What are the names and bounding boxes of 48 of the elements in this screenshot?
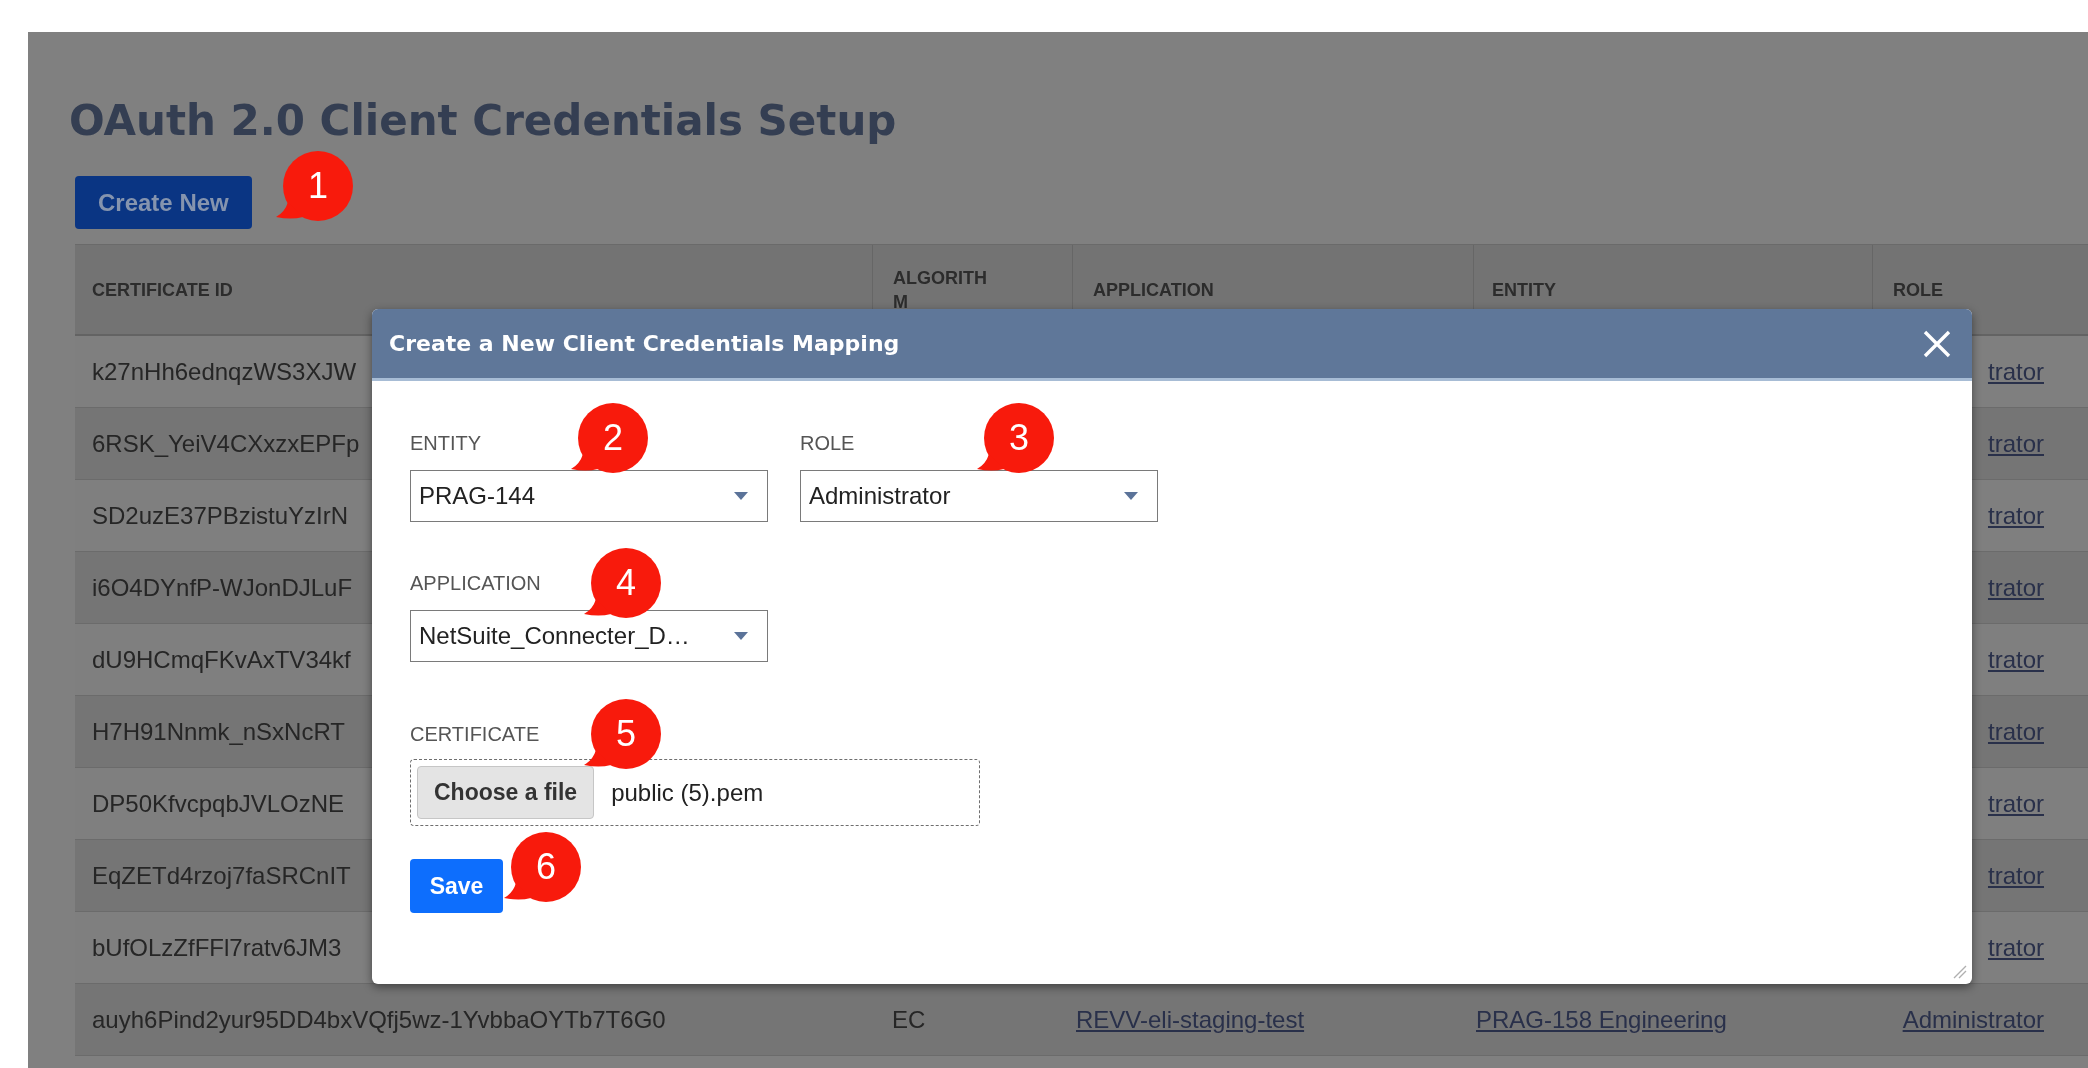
close-icon — [1923, 329, 1951, 358]
table-cell: 6RSK_YeiV4CXxzxEPFp — [92, 429, 360, 458]
close-button[interactable] — [1923, 329, 1951, 358]
table-cell: dU9HCmqFKvAxTV34kf — [92, 645, 351, 674]
file-input-field[interactable]: Choose a file public (5).pem — [410, 759, 980, 826]
table-cell: bUfOLzZfFFl7ratv6JM3 — [92, 933, 342, 962]
entity-link[interactable]: PRAG-158 Engineering — [1476, 1005, 1727, 1034]
role-link[interactable]: Administrator — [1902, 1005, 2044, 1034]
caret-icon — [1124, 492, 1138, 500]
file-name-text: public (5).pem — [611, 778, 764, 807]
table-cell: EC — [892, 1005, 926, 1034]
role-link[interactable]: trator — [1988, 933, 2044, 962]
role-link[interactable]: trator — [1988, 357, 2044, 386]
choose-file-button[interactable]: Choose a file — [417, 766, 595, 819]
role-link[interactable]: trator — [1988, 861, 2044, 890]
column-header: APPLICATION — [1093, 278, 1214, 302]
column-header: ROLE — [1893, 278, 1943, 302]
role-link[interactable]: trator — [1988, 573, 2044, 602]
table-cell: DP50KfvcpqbJVLOzNE — [92, 789, 345, 818]
caret-icon — [734, 492, 748, 500]
save-button[interactable]: Save — [410, 859, 503, 913]
resize-grip-icon[interactable] — [1953, 965, 1967, 979]
column-header: ENTITY — [1492, 278, 1556, 302]
dialog-title: Create a New Client Credentials Mapping — [389, 331, 900, 356]
role-link[interactable]: trator — [1988, 645, 2044, 674]
role-link[interactable]: trator — [1988, 789, 2044, 818]
dropdown-field[interactable]: PRAG-144 — [410, 470, 768, 522]
role-link[interactable]: trator — [1988, 429, 2044, 458]
dropdown-field[interactable]: NetSuite_Connecter_D… — [410, 610, 768, 662]
field-label: ENTITY — [410, 431, 482, 455]
dropdown-field[interactable]: Administrator — [800, 470, 1158, 522]
table-cell: auyh6Pind2yur95DD4bxVQfj5wz-1YvbbaOYTb7T6G0 — [92, 1005, 666, 1034]
table-cell: H7H91Nnmk_nSxNcRT — [92, 717, 345, 746]
column-header: CERTIFICATE ID — [92, 278, 233, 302]
caret-icon — [734, 632, 748, 640]
column-header: ALGORITHM — [893, 266, 988, 314]
page-title: OAuth 2.0 Client Credentials Setup — [69, 97, 897, 145]
field-label: ROLE — [800, 431, 855, 455]
field-label: CERTIFICATE — [410, 722, 540, 746]
table-cell: EqZETd4rzoj7faSRCnIT — [92, 861, 351, 890]
table-cell: i6O4DYnfP-WJonDJLuF — [92, 573, 353, 602]
create-new-button[interactable]: Create New — [75, 176, 252, 229]
role-link[interactable]: trator — [1988, 717, 2044, 746]
role-link[interactable]: trator — [1988, 501, 2044, 530]
table-cell: SD2uzE37PBzistuYzIrN — [92, 501, 349, 530]
table-cell: k27nHh6ednqzWS3XJW — [92, 357, 357, 386]
field-label: APPLICATION — [410, 571, 541, 595]
application-link[interactable]: REVV-eli-staging-test — [1076, 1005, 1305, 1034]
